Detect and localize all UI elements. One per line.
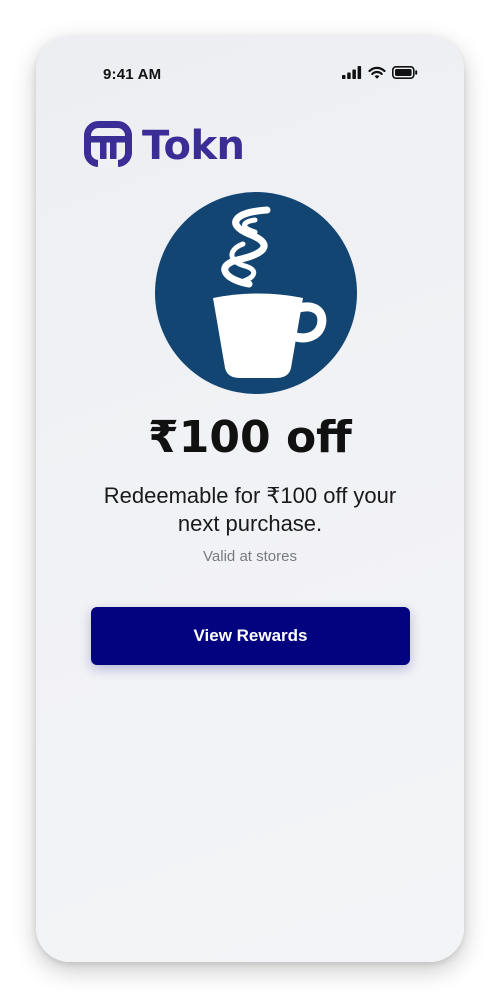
status-bar: 9:41 AM	[36, 36, 464, 112]
offer-title: ₹100 off	[148, 412, 352, 463]
battery-icon	[392, 66, 418, 84]
status-time: 9:41 AM	[103, 66, 162, 83]
tokn-logo-icon	[84, 120, 132, 172]
coffee-cup-icon	[213, 206, 327, 378]
phone-screen: 9:41 AM Tokn ₹100 off Redeemable for ₹10…	[36, 36, 464, 962]
brand-logo: Tokn	[84, 120, 245, 172]
cellular-signal-icon	[342, 66, 362, 84]
offer-illustration	[155, 192, 357, 394]
status-icons	[342, 66, 418, 85]
offer-description: Redeemable for ₹100 off your next purcha…	[103, 483, 397, 536]
wifi-icon	[368, 66, 386, 85]
offer-validity: Valid at stores	[203, 548, 297, 565]
brand-name: Tokn	[142, 123, 245, 169]
view-rewards-button[interactable]: View Rewards	[91, 607, 410, 665]
